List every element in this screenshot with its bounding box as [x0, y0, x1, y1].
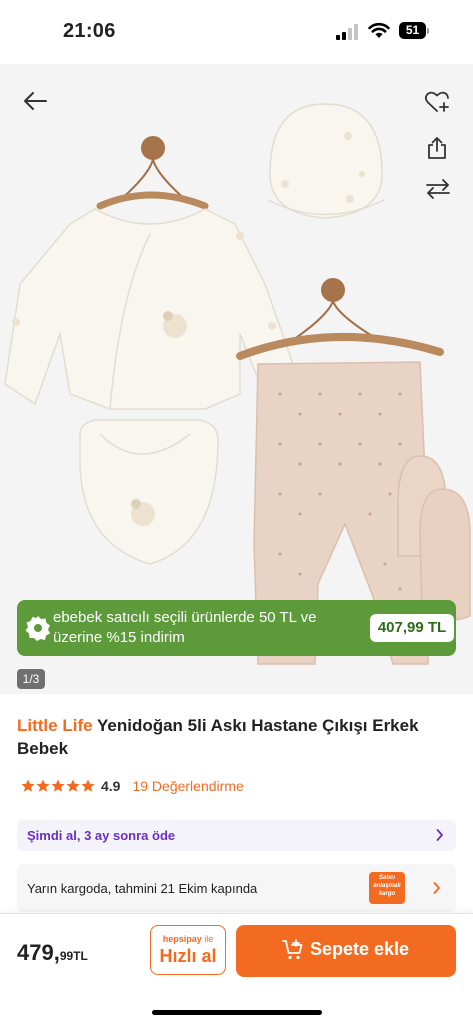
cargo-badge-line3: kargo [378, 891, 396, 897]
reviews-link[interactable]: 19 Değerlendirme [132, 778, 243, 794]
quick-buy-label: Hızlı al [159, 946, 217, 966]
status-time: 21:06 [63, 20, 116, 42]
shipping-text: Yarın kargoda, tahmini 21 Ekim kapında [27, 881, 258, 896]
cellular-signal-icon [336, 24, 358, 40]
heart-plus-icon[interactable] [424, 90, 450, 114]
bnpl-banner[interactable]: Şimdi al, 3 ay sonra öde [17, 820, 456, 851]
star-icon [66, 779, 80, 792]
cargo-badge-line1: Satıcı [378, 875, 395, 881]
compare-arrows-icon[interactable] [424, 178, 452, 200]
promo-text: ebebek satıcılı seçili ürünlerde 50 TL v… [53, 609, 317, 646]
chevron-right-icon [433, 882, 440, 894]
promo-price: 407,99 TL [370, 614, 454, 642]
product-title: Little Life Yenidoğan 5li Askı Hastane Ç… [17, 714, 457, 760]
rating-row[interactable]: 4.9 19 Değerlendirme [21, 776, 244, 796]
home-indicator[interactable] [152, 1010, 322, 1015]
gallery-page-indicator: 1/3 [17, 669, 45, 689]
rating-value: 4.9 [101, 778, 121, 794]
rating-stars [21, 779, 96, 793]
discount-promo-banner[interactable]: ebebek satıcılı seçili ürünlerde 50 TL v… [17, 600, 456, 656]
brand-link[interactable]: Little Life [17, 716, 93, 735]
quick-buy-suffix: ile [201, 934, 214, 944]
star-icon [81, 779, 95, 792]
cargo-badge-line2: anlaşmalı [373, 883, 401, 889]
star-icon [36, 779, 50, 792]
wifi-icon [368, 22, 390, 38]
add-to-cart-label: Sepete ekle [310, 939, 410, 959]
chevron-right-icon [436, 829, 443, 841]
bottom-action-bar: 479,99TL hepsipay ile Hızlı al Sepete ek… [0, 913, 473, 1025]
star-icon [51, 779, 65, 792]
add-to-cart-button[interactable]: Sepete ekle [236, 925, 456, 977]
back-arrow-icon[interactable] [22, 90, 48, 112]
quick-buy-brand: hepsipay [162, 934, 202, 944]
share-icon[interactable] [426, 136, 448, 160]
star-icon [21, 779, 35, 792]
price: 479,99TL [17, 940, 88, 966]
bnpl-text: Şimdi al, 3 ay sonra öde [27, 828, 176, 843]
battery-indicator: 51 [399, 22, 429, 39]
cargo-badge-icon: Satıcı anlaşmalı kargo [369, 872, 405, 904]
quick-buy-provider: hepsipay ile [151, 934, 225, 944]
cart-plus-icon [282, 939, 303, 960]
percent-badge-icon [25, 616, 50, 641]
status-bar: 21:06 51 [0, 0, 473, 64]
shipping-info[interactable]: Yarın kargoda, tahmini 21 Ekim kapında S… [17, 864, 456, 912]
battery-percent: 51 [405, 23, 420, 37]
quick-buy-button[interactable]: hepsipay ile Hızlı al [150, 925, 226, 975]
price-main: 479, [17, 940, 60, 965]
price-decimal: 99TL [59, 949, 88, 963]
